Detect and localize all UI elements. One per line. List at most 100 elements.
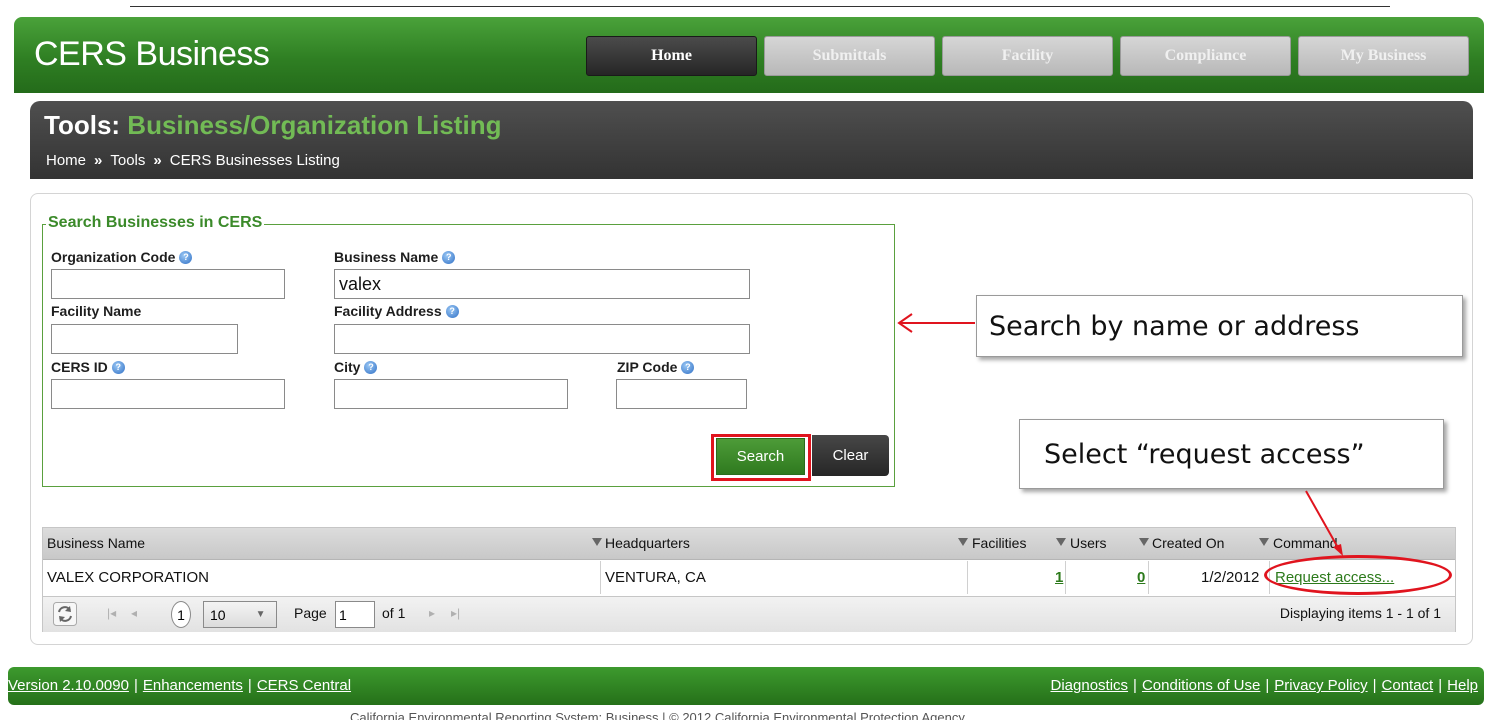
- footer-left-links: Version 2.10.0090 | Enhancements | CERS …: [8, 677, 351, 694]
- page-size-value: 10: [210, 606, 226, 623]
- page-number-input[interactable]: [335, 601, 375, 628]
- version-link[interactable]: Version 2.10.0090: [8, 677, 129, 694]
- help-icon[interactable]: ?: [179, 250, 193, 264]
- breadcrumb-current: CERS Businesses Listing: [169, 152, 340, 169]
- nav-my-business-tab[interactable]: My Business: [1298, 36, 1469, 76]
- business-results-grid: Business Name Headquarters Facilities Us…: [42, 527, 1456, 632]
- search-hint-callout: Search by name or address: [976, 295, 1463, 357]
- business-name-label-text: Business Name: [334, 249, 439, 265]
- contact-link[interactable]: Contact: [1382, 677, 1434, 694]
- search-legend: Search Businesses in CERS: [46, 214, 265, 232]
- page-title: Tools: Business/Organization Listing: [44, 110, 501, 141]
- refresh-icon[interactable]: [53, 602, 77, 626]
- conditions-of-use-link[interactable]: Conditions of Use: [1142, 677, 1260, 694]
- filter-icon[interactable]: [1056, 538, 1066, 546]
- page-label: Page: [294, 605, 327, 621]
- facility-address-label: Facility Address ?: [334, 303, 459, 319]
- page-size-select[interactable]: 10 ▼: [203, 601, 277, 628]
- zip-code-label: ZIP Code ?: [617, 359, 695, 375]
- cell-created-on: 1/2/2012: [1201, 569, 1260, 586]
- business-name-input[interactable]: [334, 269, 750, 299]
- zip-code-label-text: ZIP Code: [617, 359, 678, 375]
- enhancements-link[interactable]: Enhancements: [143, 677, 243, 694]
- business-name-label: Business Name ?: [334, 249, 456, 265]
- prev-page-icon[interactable]: ◂: [131, 606, 137, 620]
- facility-name-label: Facility Name: [51, 303, 141, 319]
- city-label: City ?: [334, 359, 378, 375]
- zip-code-input[interactable]: [616, 379, 747, 409]
- cell-facilities-link[interactable]: 1: [1055, 569, 1063, 586]
- page-footer: Version 2.10.0090 | Enhancements | CERS …: [8, 667, 1484, 705]
- breadcrumb: Home » Tools » CERS Businesses Listing: [46, 152, 340, 169]
- diagnostics-link[interactable]: Diagnostics: [1051, 677, 1129, 694]
- breadcrumb-separator: »: [94, 152, 103, 169]
- column-divider: [1065, 561, 1066, 594]
- column-divider: [600, 561, 601, 594]
- cers-id-input[interactable]: [51, 379, 285, 409]
- cell-business-name: VALEX CORPORATION: [47, 569, 209, 586]
- first-page-icon[interactable]: |◂: [107, 606, 116, 620]
- brand-logo[interactable]: CERS Business: [34, 35, 270, 74]
- footer-separator: |: [133, 677, 138, 694]
- city-label-text: City: [334, 359, 361, 375]
- clear-button[interactable]: Clear: [812, 435, 889, 476]
- column-header-users[interactable]: Users: [1070, 535, 1107, 551]
- column-header-headquarters[interactable]: Headquarters: [605, 535, 690, 551]
- pager-status: Displaying items 1 - 1 of 1: [1279, 605, 1441, 621]
- page-of-label: of 1: [382, 605, 406, 621]
- breadcrumb-home[interactable]: Home: [46, 152, 86, 169]
- nav-compliance-tab[interactable]: Compliance: [1120, 36, 1291, 76]
- city-input[interactable]: [334, 379, 568, 409]
- column-divider: [967, 561, 968, 594]
- org-code-label: Organization Code ?: [51, 249, 193, 265]
- org-code-input[interactable]: [51, 269, 285, 299]
- column-header-command[interactable]: Command: [1273, 535, 1338, 551]
- privacy-policy-link[interactable]: Privacy Policy: [1274, 677, 1367, 694]
- footer-separator: |: [1438, 677, 1443, 694]
- page-title-bar: Tools: Business/Organization Listing Hom…: [30, 101, 1473, 179]
- facility-address-input[interactable]: [334, 324, 750, 354]
- help-icon[interactable]: ?: [442, 250, 456, 264]
- filter-icon[interactable]: [592, 538, 602, 546]
- help-icon[interactable]: ?: [111, 360, 125, 374]
- app-header: CERS Business Home Submittals Facility C…: [14, 17, 1484, 93]
- chevron-down-icon: ▼: [255, 609, 266, 620]
- facility-name-label-text: Facility Name: [51, 303, 142, 319]
- search-button[interactable]: Search: [716, 438, 805, 475]
- column-header-business-name[interactable]: Business Name: [47, 535, 145, 551]
- request-access-highlight: [1264, 555, 1452, 595]
- grid-pager: |◂ ◂ 1 10 ▼ Page of 1 ▸ ▸| Displaying it…: [43, 596, 1455, 632]
- last-page-icon[interactable]: ▸|: [451, 606, 460, 620]
- help-icon[interactable]: ?: [445, 304, 459, 318]
- next-page-icon[interactable]: ▸: [429, 606, 435, 620]
- breadcrumb-separator: »: [153, 152, 162, 169]
- column-divider: [1148, 561, 1149, 594]
- filter-icon[interactable]: [1139, 538, 1149, 546]
- column-header-facilities[interactable]: Facilities: [972, 535, 1026, 551]
- filter-icon[interactable]: [1259, 538, 1269, 546]
- request-access-callout: Select “request access”: [1019, 419, 1444, 489]
- column-header-created-on[interactable]: Created On: [1152, 535, 1224, 551]
- current-page-number[interactable]: 1: [171, 601, 191, 628]
- footer-separator: |: [247, 677, 252, 694]
- help-icon[interactable]: ?: [364, 360, 378, 374]
- cers-central-link[interactable]: CERS Central: [257, 677, 351, 694]
- filter-icon[interactable]: [958, 538, 968, 546]
- request-access-hint-text: Select “request access”: [1044, 438, 1365, 470]
- facility-address-label-text: Facility Address: [334, 303, 442, 319]
- nav-home-tab[interactable]: Home: [586, 36, 757, 76]
- nav-facility-tab[interactable]: Facility: [942, 36, 1113, 76]
- help-icon[interactable]: ?: [681, 360, 695, 374]
- footer-right-links: Diagnostics | Conditions of Use | Privac…: [1051, 677, 1479, 694]
- nav-submittals-tab[interactable]: Submittals: [764, 36, 935, 76]
- table-row: VALEX CORPORATION VENTURA, CA 1 0 1/2/20…: [43, 561, 1455, 595]
- cell-headquarters: VENTURA, CA: [605, 569, 706, 586]
- main-nav: Home Submittals Facility Compliance My B…: [586, 36, 1469, 76]
- page-title-main: Business/Organization Listing: [127, 110, 502, 140]
- facility-name-input[interactable]: [51, 324, 238, 354]
- copyright-text: California Environmental Reporting Syste…: [350, 710, 965, 720]
- grid-header: Business Name Headquarters Facilities Us…: [43, 528, 1455, 560]
- help-link[interactable]: Help: [1447, 677, 1478, 694]
- cell-users-link[interactable]: 0: [1137, 569, 1145, 586]
- breadcrumb-tools[interactable]: Tools: [110, 152, 145, 169]
